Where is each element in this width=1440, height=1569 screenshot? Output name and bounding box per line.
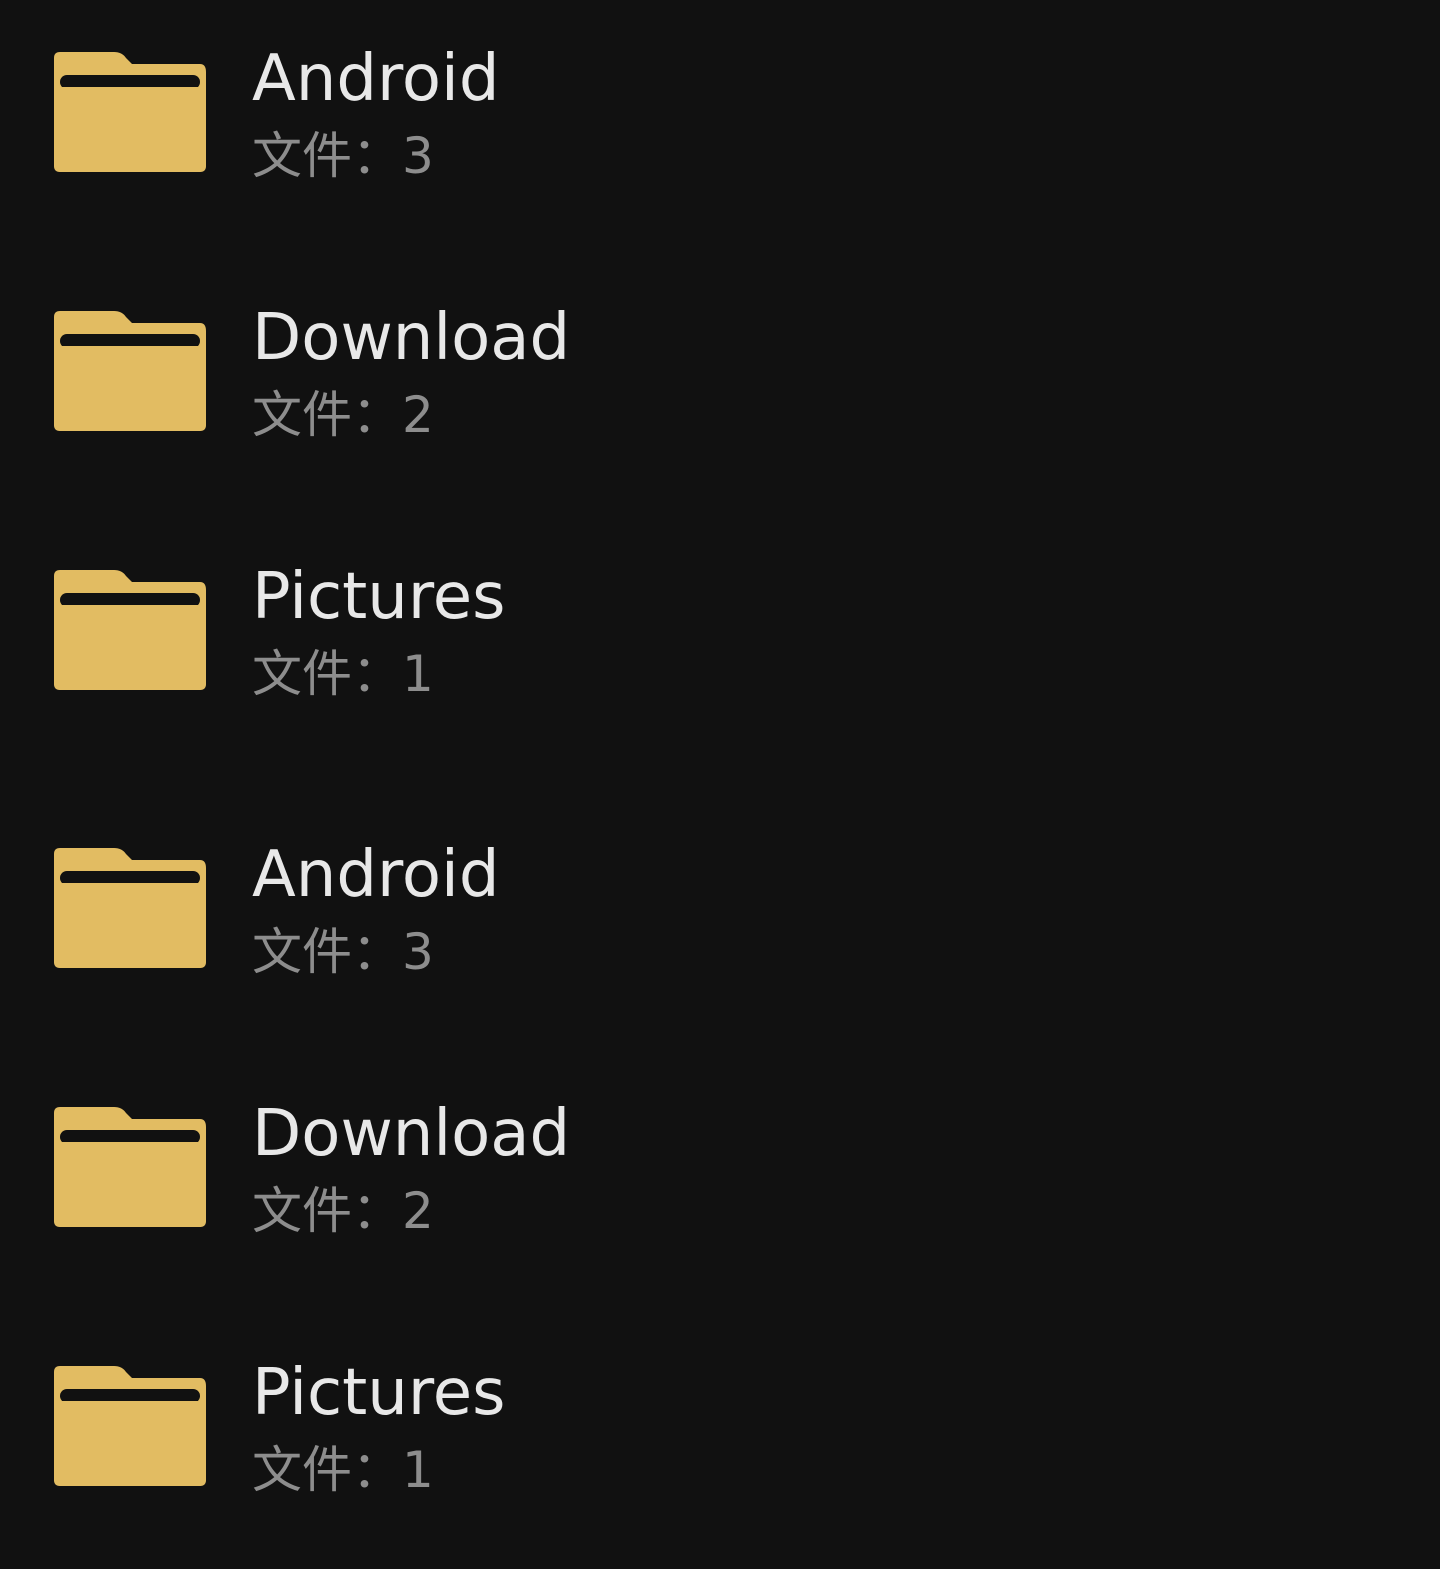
folder-row-pictures[interactable]: Pictures 文件：1 xyxy=(0,518,1440,718)
folder-name: Android xyxy=(252,42,500,116)
folder-row-pictures[interactable]: Pictures 文件：1 xyxy=(0,1314,1440,1514)
folder-row-download[interactable]: Download 文件：2 xyxy=(0,1055,1440,1255)
folder-icon xyxy=(52,846,208,970)
folder-name: Download xyxy=(252,301,571,375)
folder-icon xyxy=(52,568,208,692)
folder-row-download[interactable]: Download 文件：2 xyxy=(0,259,1440,459)
folder-file-count: 文件：1 xyxy=(252,645,434,703)
folder-icon xyxy=(52,309,208,433)
folder-icon xyxy=(52,1105,208,1229)
folder-file-count: 文件：2 xyxy=(252,386,434,444)
folder-name: Android xyxy=(252,838,500,912)
folder-name: Pictures xyxy=(252,560,506,634)
folder-row-android[interactable]: Android 文件：3 xyxy=(0,0,1440,200)
folder-file-count: 文件：3 xyxy=(252,923,434,981)
folder-icon xyxy=(52,50,208,174)
folder-file-count: 文件：2 xyxy=(252,1182,434,1240)
folder-file-count: 文件：3 xyxy=(252,127,434,185)
folder-name: Pictures xyxy=(252,1356,506,1430)
folder-name: Download xyxy=(252,1097,571,1171)
folder-row-android[interactable]: Android 文件：3 xyxy=(0,796,1440,996)
folder-file-count: 文件：1 xyxy=(252,1441,434,1499)
folder-icon xyxy=(52,1364,208,1488)
folder-list: Android 文件：3 Download 文件：2 Pictures 文件：1 xyxy=(0,0,1440,1569)
